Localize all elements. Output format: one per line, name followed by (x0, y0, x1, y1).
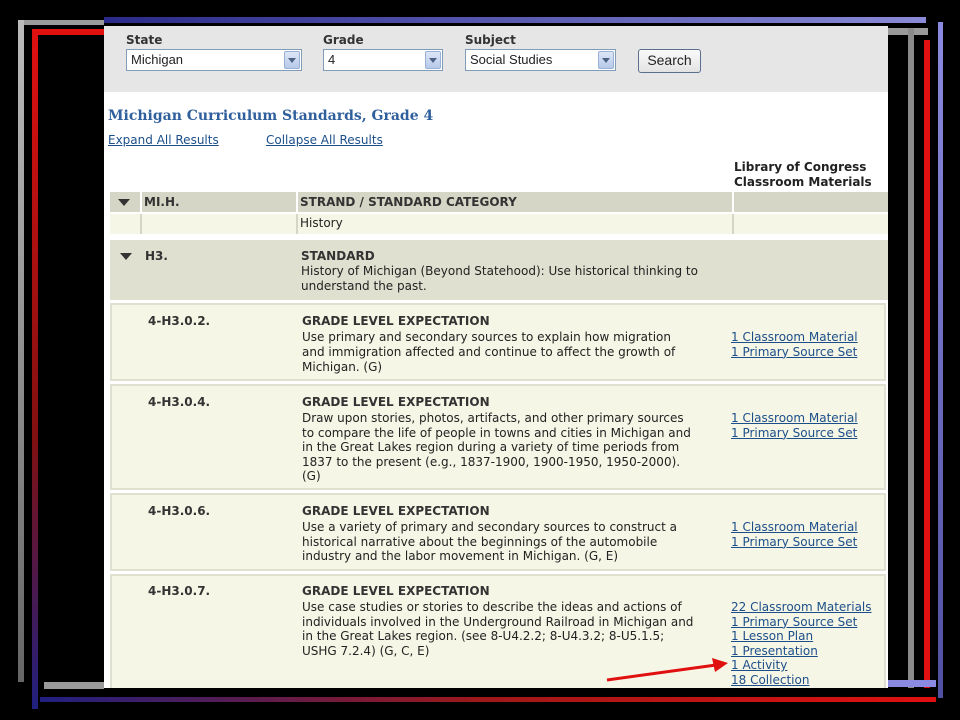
subject-select[interactable]: Social Studies (465, 49, 616, 71)
expand-all-link[interactable]: Expand All Results (108, 133, 219, 147)
frame-bar-right-red (924, 40, 930, 688)
expectation-row: 4-H3.0.7. GRADE LEVEL EXPECTATION Use ca… (110, 574, 886, 688)
lesson-plan-link[interactable]: 1 Lesson Plan (731, 629, 872, 644)
expectation-row: 4-H3.0.4. GRADE LEVEL EXPECTATION Draw u… (110, 384, 886, 490)
collapse-triangle-icon[interactable] (118, 199, 130, 206)
classroom-material-link[interactable]: 1 Classroom Material (731, 411, 858, 426)
frame-bar-left-red (32, 29, 38, 709)
frame-bar-top-blue (104, 17, 926, 23)
search-button[interactable]: Search (638, 49, 701, 73)
frame-bar-left-gray (18, 20, 24, 682)
expectation-heading: GRADE LEVEL EXPECTATION (302, 504, 490, 518)
state-label: State (126, 33, 163, 47)
primary-source-set-link[interactable]: 1 Primary Source Set (731, 426, 858, 441)
activity-link[interactable]: 1 Activity (731, 658, 872, 673)
materials-header-line1: Library of Congress (734, 160, 867, 174)
frame-bar-bottom-gray (44, 682, 104, 689)
expectation-heading: GRADE LEVEL EXPECTATION (302, 395, 490, 409)
chevron-down-icon[interactable] (425, 51, 441, 69)
expectation-code: 4-H3.0.2. (148, 314, 211, 328)
grade-select[interactable]: 4 (323, 49, 443, 71)
expectation-code: 4-H3.0.6. (148, 504, 211, 518)
state-select[interactable]: Michigan (126, 49, 302, 71)
expectation-text-line: and immigration affected and continue to… (302, 345, 676, 359)
expectation-text-line: Michigan. (G) (302, 360, 383, 374)
strand-header-row: MI.H. STRAND / STANDARD CATEGORY (110, 192, 888, 212)
classroom-material-link[interactable]: 1 Classroom Material (731, 330, 858, 345)
expectation-text-line: USHG 7.2.4) (G, C, E) (302, 644, 430, 658)
collapse-all-link[interactable]: Collapse All Results (266, 133, 383, 147)
standard-heading: STANDARD (301, 249, 375, 263)
strand-code: MI.H. (144, 195, 180, 209)
standard-row: H3. STANDARD History of Michigan (Beyond… (110, 240, 888, 300)
expectation-text-line: (G) (302, 469, 321, 483)
expectation-text-line: individuals involved in the Underground … (302, 615, 694, 629)
strand-heading: STRAND / STANDARD CATEGORY (300, 195, 517, 209)
state-select-value: Michigan (131, 52, 184, 67)
collection-link[interactable]: 18 Collection (731, 673, 872, 688)
frame-bar-top-gray (18, 20, 104, 25)
expectation-text-line: in the Great Lakes region. (see 8-U4.2.2… (302, 629, 665, 643)
chevron-down-icon[interactable] (598, 51, 614, 69)
materials-header-line2: Classroom Materials (734, 175, 872, 189)
standard-text-line2: understand the past. (301, 279, 427, 293)
expectation-text-line: to compare the life of people in towns a… (302, 426, 691, 440)
subject-select-value: Social Studies (470, 52, 553, 67)
grade-select-value: 4 (328, 52, 336, 67)
frame-bar-bottom-red (40, 697, 936, 702)
expectation-text-line: 1837 to the present (e.g., 1837-1900, 19… (302, 455, 681, 469)
collapse-triangle-icon[interactable] (120, 253, 132, 260)
red-arrow-icon (606, 658, 728, 682)
standard-text-line1: History of Michigan (Beyond Statehood): … (301, 264, 698, 278)
materials-column-header: Library of Congress Classroom Materials (734, 160, 872, 190)
primary-source-set-link[interactable]: 1 Primary Source Set (731, 535, 858, 550)
page-title: Michigan Curriculum Standards, Grade 4 (108, 108, 434, 124)
frame-bar-right-gray (908, 28, 914, 688)
expectation-text-line: Use case studies or stories to describe … (302, 600, 682, 614)
expectation-text-line: Use primary and secondary sources to exp… (302, 330, 671, 344)
expectation-text-line: industry and the labor movement in Michi… (302, 549, 619, 563)
subject-label: Subject (465, 33, 516, 47)
frame-bar-top-red (32, 29, 106, 35)
expectation-text-line: Use a variety of primary and secondary s… (302, 520, 677, 534)
strand-text-row: History (110, 214, 888, 234)
screenshot-panel: State Michigan Grade 4 Subject Social St… (104, 26, 888, 688)
expectation-row: 4-H3.0.6. GRADE LEVEL EXPECTATION Use a … (110, 493, 886, 571)
classroom-materials-link[interactable]: 22 Classroom Materials (731, 600, 872, 615)
presentation-link[interactable]: 1 Presentation (731, 644, 872, 659)
expectation-heading: GRADE LEVEL EXPECTATION (302, 584, 490, 598)
frame-bar-bottom-blue (888, 680, 936, 687)
chevron-down-icon[interactable] (284, 51, 300, 69)
expectation-heading: GRADE LEVEL EXPECTATION (302, 314, 490, 328)
search-bar: State Michigan Grade 4 Subject Social St… (104, 26, 888, 92)
expectation-text-line: historical narrative about the beginning… (302, 535, 658, 549)
expectation-code: 4-H3.0.4. (148, 395, 211, 409)
frame-bar-right-blue (938, 22, 943, 698)
grade-label: Grade (323, 33, 364, 47)
primary-source-set-link[interactable]: 1 Primary Source Set (731, 345, 858, 360)
classroom-material-link[interactable]: 1 Classroom Material (731, 520, 858, 535)
expectation-text-line: Draw upon stories, photos, artifacts, an… (302, 411, 684, 425)
expectation-row: 4-H3.0.2. GRADE LEVEL EXPECTATION Use pr… (110, 303, 886, 381)
expectation-code: 4-H3.0.7. (148, 584, 211, 598)
expectation-text-line: in the Great Lakes region during a varie… (302, 440, 680, 454)
primary-source-set-link[interactable]: 1 Primary Source Set (731, 615, 872, 630)
standard-code: H3. (145, 249, 168, 263)
strand-text: History (300, 216, 343, 230)
